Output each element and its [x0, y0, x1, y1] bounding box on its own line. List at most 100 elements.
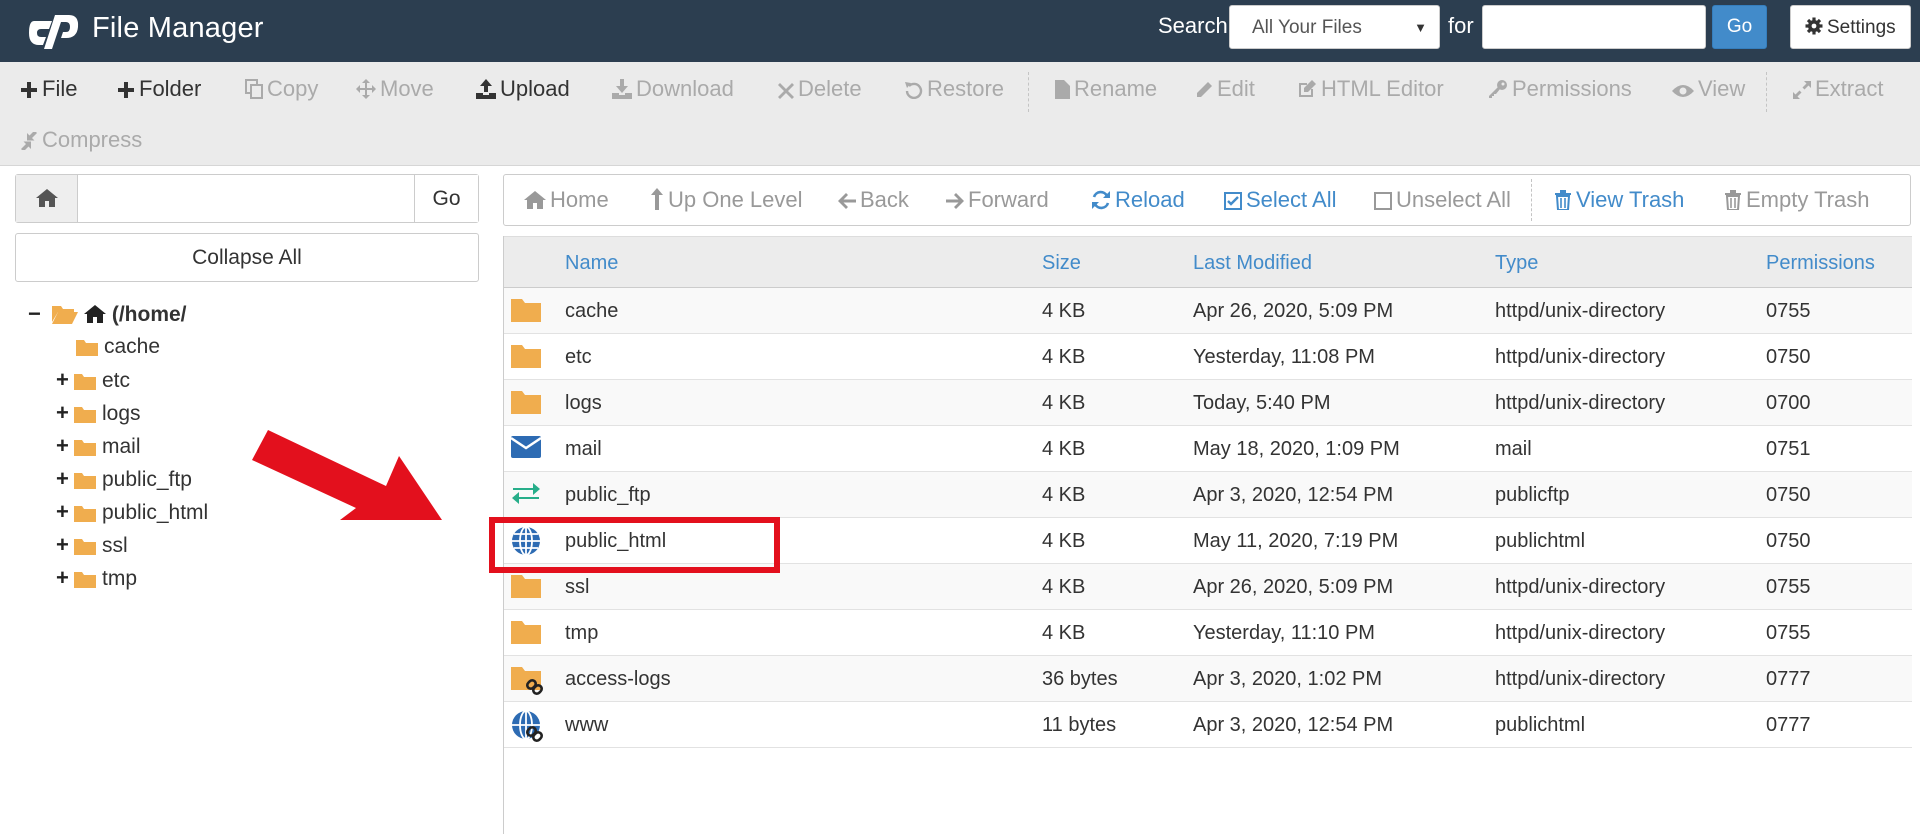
- table-row[interactable]: etc 4 KB Yesterday, 11:08 PM httpd/unix-dir…: [504, 334, 1912, 380]
- tree-item[interactable]: cache: [56, 333, 160, 361]
- top-header: File Manager Search All Your Files ▼ for…: [0, 0, 1920, 62]
- compress-button[interactable]: Compress: [20, 125, 142, 155]
- view-button[interactable]: View: [1672, 74, 1745, 104]
- tree-go-button[interactable]: Go: [414, 175, 478, 222]
- expand-toggle[interactable]: +: [56, 531, 74, 559]
- search-input[interactable]: [1482, 5, 1706, 49]
- expand-toggle[interactable]: +: [56, 399, 74, 427]
- folder-link-icon: [511, 664, 544, 696]
- cell-modified: Today, 5:40 PM: [1193, 392, 1331, 414]
- column-header-type[interactable]: Type: [1495, 252, 1538, 275]
- tree-item[interactable]: + public_html: [56, 498, 208, 526]
- edit-label: Edit: [1217, 76, 1255, 101]
- back-button[interactable]: Back: [838, 187, 909, 216]
- expand-toggle[interactable]: +: [56, 465, 74, 493]
- column-header-size[interactable]: Size: [1042, 252, 1081, 275]
- tree-item[interactable]: + mail: [56, 432, 141, 460]
- cell-perms: 0750: [1766, 484, 1811, 506]
- folder-icon: [74, 436, 96, 464]
- expand-toggle[interactable]: +: [56, 498, 74, 526]
- nav-home-button[interactable]: Home: [524, 187, 609, 216]
- caret-down-icon: ▼: [1414, 20, 1427, 35]
- expand-icon: [1793, 77, 1811, 107]
- app-title: File Manager: [92, 12, 264, 44]
- folder-icon: [74, 370, 96, 398]
- restore-button[interactable]: Restore: [905, 74, 1004, 104]
- tree-item[interactable]: + etc: [56, 366, 130, 394]
- folder-icon: [511, 572, 543, 602]
- cell-type: httpd/unix-directory: [1495, 300, 1666, 322]
- cell-perms: 0751: [1766, 438, 1811, 460]
- cell-name: etc: [565, 346, 592, 368]
- settings-button[interactable]: Settings: [1790, 5, 1911, 49]
- up-one-level-button[interactable]: Up One Level: [650, 187, 803, 216]
- collapse-toggle[interactable]: −: [28, 300, 46, 328]
- cell-size: 4 KB: [1042, 484, 1086, 506]
- folder-open-icon: [51, 304, 78, 332]
- cell-modified: May 18, 2020, 1:09 PM: [1193, 438, 1400, 460]
- tree-item[interactable]: + ssl: [56, 531, 128, 559]
- move-arrows-icon: [356, 77, 376, 107]
- tree-root-label: (/home/: [111, 303, 187, 326]
- folder-icon: [74, 568, 96, 596]
- copy-icon: [245, 77, 263, 107]
- search-scope-select[interactable]: All Your Files ▼: [1229, 5, 1440, 49]
- tree-item-label: ssl: [102, 534, 128, 557]
- table-row[interactable]: tmp 4 KB Yesterday, 11:10 PM httpd/unix-dir…: [504, 610, 1912, 656]
- permissions-button[interactable]: Permissions: [1488, 74, 1632, 104]
- table-row[interactable]: access-logs 36 bytes Apr 3, 2020, 1:02 PM h…: [504, 656, 1912, 702]
- tree-home-button[interactable]: [16, 175, 78, 222]
- tree-path-input[interactable]: [79, 175, 429, 222]
- file-icon: [1055, 77, 1070, 107]
- empty-trash-button[interactable]: Empty Trash: [1724, 187, 1869, 216]
- column-header-permissions[interactable]: Permissions: [1766, 252, 1875, 275]
- table-row[interactable]: logs 4 KB Today, 5:40 PM httpd/unix-directo…: [504, 380, 1912, 426]
- permissions-label: Permissions: [1512, 76, 1632, 101]
- reload-button[interactable]: Reload: [1091, 187, 1185, 216]
- table-row[interactable]: www 11 bytes Apr 3, 2020, 12:54 PM publicht…: [504, 702, 1912, 748]
- cell-size: 36 bytes: [1042, 668, 1118, 690]
- select-all-button[interactable]: Select All: [1224, 187, 1337, 216]
- cell-size: 4 KB: [1042, 530, 1086, 552]
- view-trash-button[interactable]: View Trash: [1554, 187, 1684, 216]
- cell-type: publichtml: [1495, 714, 1586, 736]
- expand-toggle[interactable]: +: [56, 564, 74, 592]
- html-editor-button[interactable]: HTML Editor: [1297, 74, 1444, 104]
- copy-button[interactable]: Copy: [245, 74, 318, 104]
- search-scope-value: All Your Files: [1252, 17, 1362, 38]
- tree-item-label: mail: [102, 435, 141, 458]
- forward-button[interactable]: Forward: [946, 187, 1049, 216]
- tree-item[interactable]: + public_ftp: [56, 465, 192, 493]
- expand-toggle[interactable]: +: [56, 432, 74, 460]
- extract-button[interactable]: Extract: [1793, 74, 1883, 104]
- delete-button[interactable]: Delete: [778, 74, 862, 104]
- tree-root-item[interactable]: − (/home/: [28, 300, 305, 328]
- search-go-button[interactable]: Go: [1712, 5, 1767, 49]
- arrow-left-icon: [838, 190, 856, 216]
- collapse-all-button[interactable]: Collapse All: [15, 233, 479, 282]
- plus-icon: [20, 77, 38, 107]
- tree-item[interactable]: + logs: [56, 399, 141, 427]
- column-header-last-modified[interactable]: Last Modified: [1193, 252, 1312, 275]
- settings-label: Settings: [1827, 17, 1896, 38]
- empty-trash-label: Empty Trash: [1746, 187, 1870, 212]
- new-folder-button[interactable]: Folder: [117, 74, 201, 104]
- edit-button[interactable]: Edit: [1195, 74, 1255, 104]
- square-icon: [1374, 190, 1392, 216]
- column-header-name[interactable]: Name: [565, 252, 618, 275]
- table-row[interactable]: cache 4 KB Apr 26, 2020, 5:09 PM httpd/unix…: [504, 288, 1912, 334]
- rename-button[interactable]: Rename: [1055, 74, 1157, 104]
- unselect-all-button[interactable]: Unselect All: [1374, 187, 1511, 216]
- download-button[interactable]: Download: [612, 74, 734, 104]
- new-file-button[interactable]: File: [20, 74, 77, 104]
- cpanel-logo-icon: [29, 15, 79, 49]
- move-button[interactable]: Move: [356, 74, 434, 104]
- upload-button[interactable]: Upload: [476, 74, 570, 104]
- expand-toggle[interactable]: +: [56, 366, 74, 394]
- table-row[interactable]: public_ftp 4 KB Apr 3, 2020, 12:54 PM publi…: [504, 472, 1912, 518]
- tree-item[interactable]: + tmp: [56, 564, 137, 592]
- folder-icon: [74, 502, 96, 530]
- table-row[interactable]: mail 4 KB May 18, 2020, 1:09 PM mail 0751: [504, 426, 1912, 472]
- unselect-all-label: Unselect All: [1396, 187, 1511, 212]
- folder-icon: [511, 618, 543, 648]
